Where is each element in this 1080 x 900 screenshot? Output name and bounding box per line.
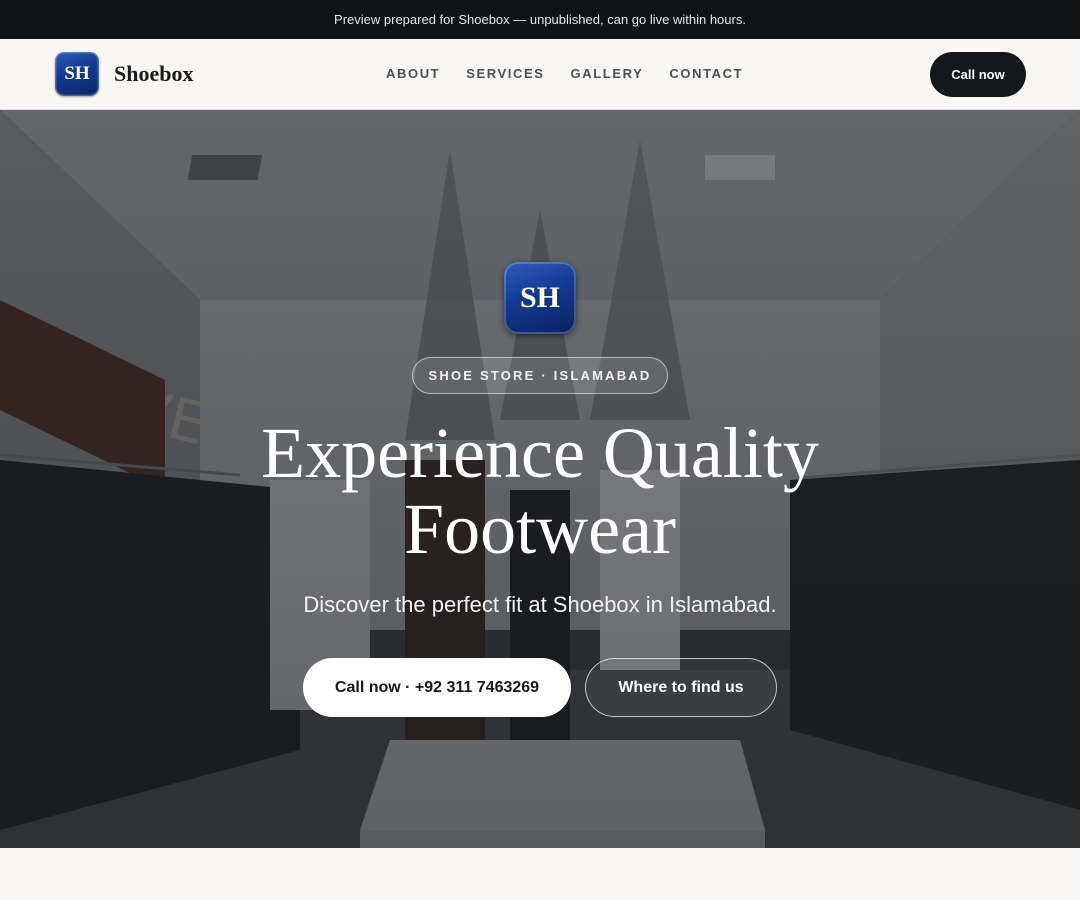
announcement-bar: Preview prepared for Shoebox — unpublish… [0, 0, 1080, 39]
category-badge: SHOE STORE · ISLAMABAD [412, 357, 668, 394]
site-header: SH Shoebox ABOUT SERVICES GALLERY CONTAC… [0, 39, 1080, 110]
hero-title-line-1: Experience Quality [261, 413, 819, 493]
hero-section: STEVE SH SHOE STORE · ISLAMABAD Experien… [0, 110, 1080, 848]
nav-link-services[interactable]: SERVICES [466, 66, 544, 81]
announcement-text: Preview prepared for Shoebox — unpublish… [334, 12, 746, 27]
hero-logo: SH [504, 262, 576, 334]
header-call-button[interactable]: Call now [930, 52, 1026, 97]
call-now-button[interactable]: Call now · +92 311 7463269 [303, 658, 571, 717]
brand-logo: SH [55, 52, 99, 96]
main-nav: ABOUT SERVICES GALLERY CONTACT [386, 66, 769, 81]
next-section [0, 848, 1080, 900]
brand-name: Shoebox [114, 61, 194, 86]
hero-title-line-2: Footwear [404, 489, 676, 569]
brand[interactable]: SH Shoebox [55, 52, 193, 96]
nav-link-about[interactable]: ABOUT [386, 66, 440, 81]
nav-link-contact[interactable]: CONTACT [669, 66, 743, 81]
nav-link-gallery[interactable]: GALLERY [571, 66, 644, 81]
find-us-button[interactable]: Where to find us [585, 658, 777, 717]
hero-title: Experience Quality Footwear [140, 415, 940, 567]
hero-subtitle: Discover the perfect fit at Shoebox in I… [303, 592, 777, 617]
